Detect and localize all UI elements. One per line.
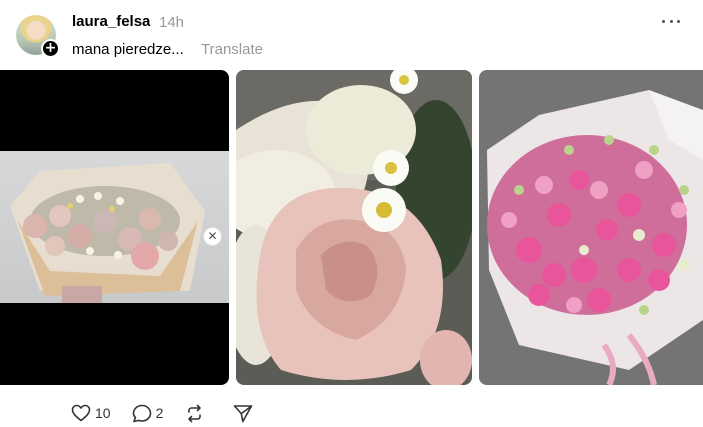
share-button[interactable]: [233, 404, 253, 423]
heart-icon: [71, 404, 91, 422]
plus-icon[interactable]: +: [41, 39, 60, 58]
post-actions: 10 2: [71, 402, 253, 424]
avatar-wrap[interactable]: +: [16, 15, 60, 59]
rose-closeup-image: [236, 70, 472, 385]
comment-icon: [132, 404, 151, 422]
post-image-1[interactable]: ✕: [0, 70, 229, 385]
translate-link[interactable]: Translate: [201, 41, 263, 58]
more-horizontal-icon[interactable]: [662, 20, 680, 26]
repost-button[interactable]: [185, 404, 204, 423]
post-image-2[interactable]: [236, 70, 472, 385]
post-caption[interactable]: mana pieredze...: [72, 41, 184, 58]
comment-button[interactable]: 2: [132, 404, 164, 423]
pink-bouquet-image: [479, 70, 703, 385]
username[interactable]: laura_felsa: [72, 13, 150, 30]
repost-icon: [188, 404, 202, 422]
close-icon[interactable]: ✕: [203, 227, 222, 246]
like-button[interactable]: 10: [71, 404, 111, 422]
comment-count: 2: [155, 405, 164, 421]
post-time: 14h: [159, 14, 185, 31]
send-icon: [234, 404, 253, 422]
bouquet-image: [0, 151, 229, 303]
like-count: 10: [95, 405, 111, 421]
post-image-3[interactable]: [479, 70, 703, 385]
